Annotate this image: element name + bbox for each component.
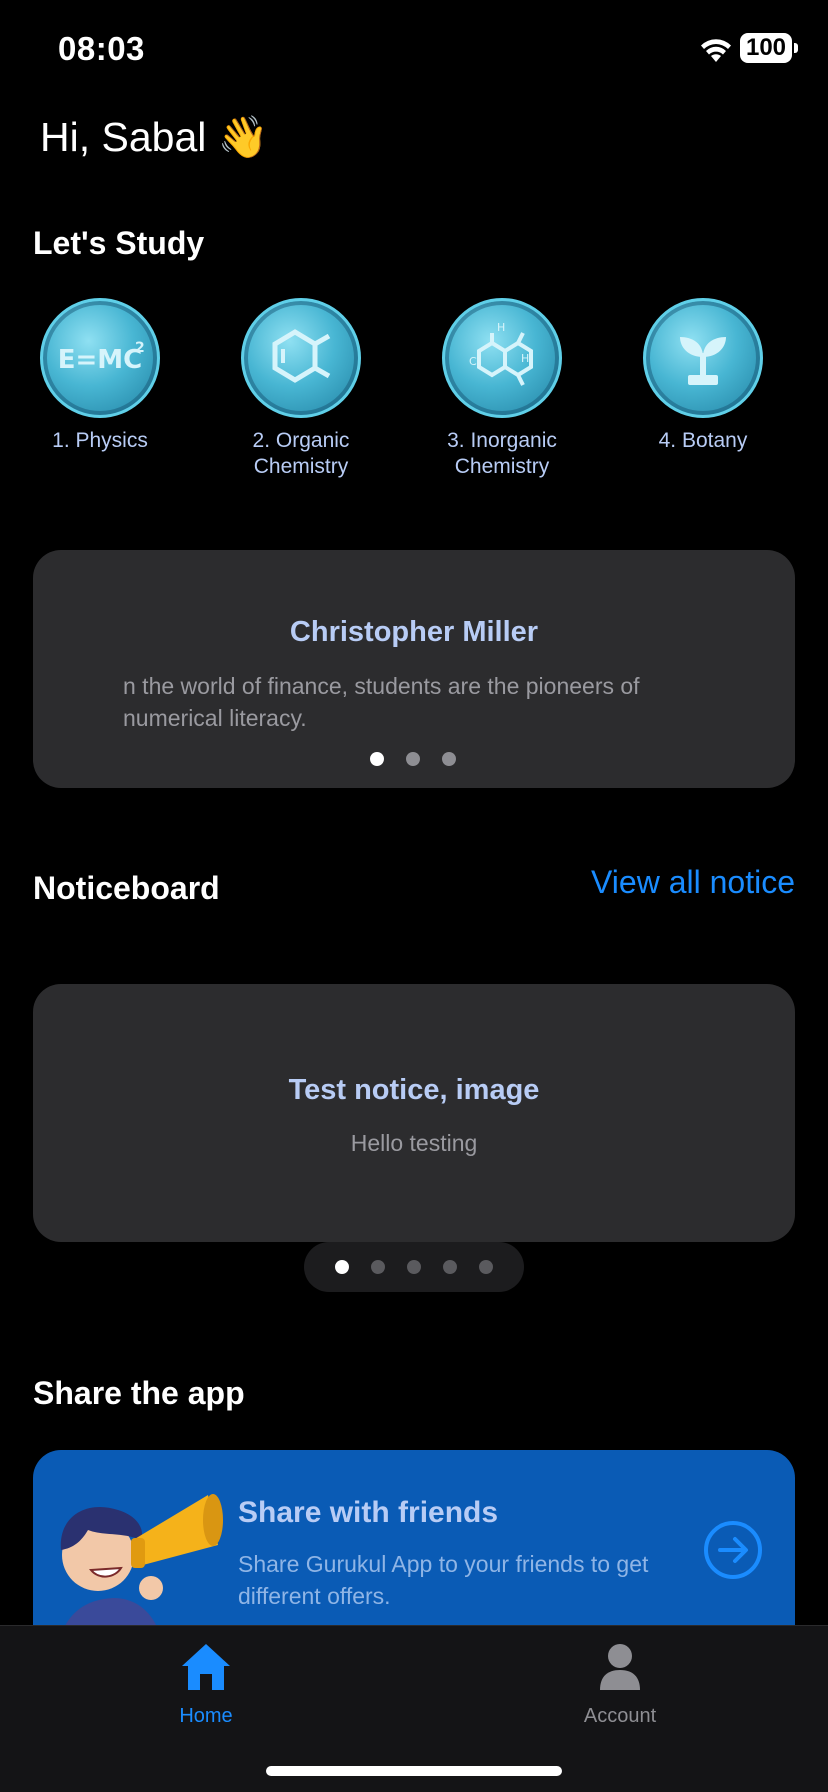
tab-label: Account [583,1705,657,1727]
status-bar: 08:03 100 [0,0,828,100]
share-description: Share Gurukul App to your friends to get… [238,1551,649,1609]
emc2-icon: E=MC 2 [40,298,160,418]
home-icon [182,1644,230,1690]
greeting: Hi, Sabal 👋 [40,114,269,162]
subject-inorganic-chemistry[interactable]: H H C 3. Inorganic Chemistry [412,298,592,480]
waving-hand-icon: 👋 [217,114,269,160]
tab-home[interactable]: Home [106,1640,306,1728]
tab-label: Home [179,1705,233,1727]
study-section-title: Let's Study [33,225,205,261]
greeting-text: Hi, Sabal [40,114,207,160]
subject-label: 2. Organic Chemistry [252,429,350,478]
home-indicator [266,1766,562,1776]
share-title: Share with friends [238,1496,499,1529]
subject-physics[interactable]: E=MC 2 1. Physics [10,298,190,454]
notice-page-indicator[interactable] [304,1242,524,1292]
subject-botany[interactable]: 4. Botany [613,298,793,454]
subject-list: E=MC 2 1. Physics 2. Organic Chemistry H… [0,298,828,488]
benzene-ring-icon [241,298,361,418]
battery-icon: 100 [740,33,798,63]
svg-text:2: 2 [135,340,145,356]
notice-title: Test notice, image [288,1074,540,1106]
page-dot[interactable] [335,1260,349,1274]
subject-label: 1. Physics [52,429,148,452]
subject-label: 3. Inorganic Chemistry [447,429,557,478]
subject-label: 4. Botany [658,429,748,452]
molecule-icon: H H C [442,298,562,418]
sprout-icon [643,298,763,418]
person-icon [600,1644,640,1690]
svg-text:C: C [469,355,477,368]
quote-page-indicator[interactable] [370,752,456,766]
page-dot[interactable] [371,1260,385,1274]
notice-body: Hello testing [350,1130,478,1156]
svg-text:E=MC: E=MC [58,345,143,375]
notice-carousel[interactable]: Test notice, image Hello testing [33,984,795,1242]
noticeboard-title: Noticeboard [33,870,220,906]
page-dot[interactable] [479,1260,493,1274]
quote-author: Christopher Miller [289,616,539,648]
wifi-icon [701,39,731,62]
tab-account[interactable]: Account [520,1640,720,1728]
page-dot[interactable] [370,752,384,766]
svg-text:H: H [497,321,505,334]
page-dot[interactable] [406,752,420,766]
quote-carousel[interactable]: Christopher Miller n the world of financ… [33,550,795,788]
svg-text:H: H [521,352,529,365]
page-dot[interactable] [407,1260,421,1274]
page-dot[interactable] [443,1260,457,1274]
arrow-right-circle-icon[interactable] [703,1520,763,1580]
status-time: 08:03 [58,30,145,67]
page-dot[interactable] [442,752,456,766]
view-all-notice-link[interactable]: View all notice [591,864,795,901]
quote-text: n the world of finance, students are the… [123,673,640,731]
share-section-title: Share the app [33,1375,245,1411]
subject-organic-chemistry[interactable]: 2. Organic Chemistry [211,298,391,480]
